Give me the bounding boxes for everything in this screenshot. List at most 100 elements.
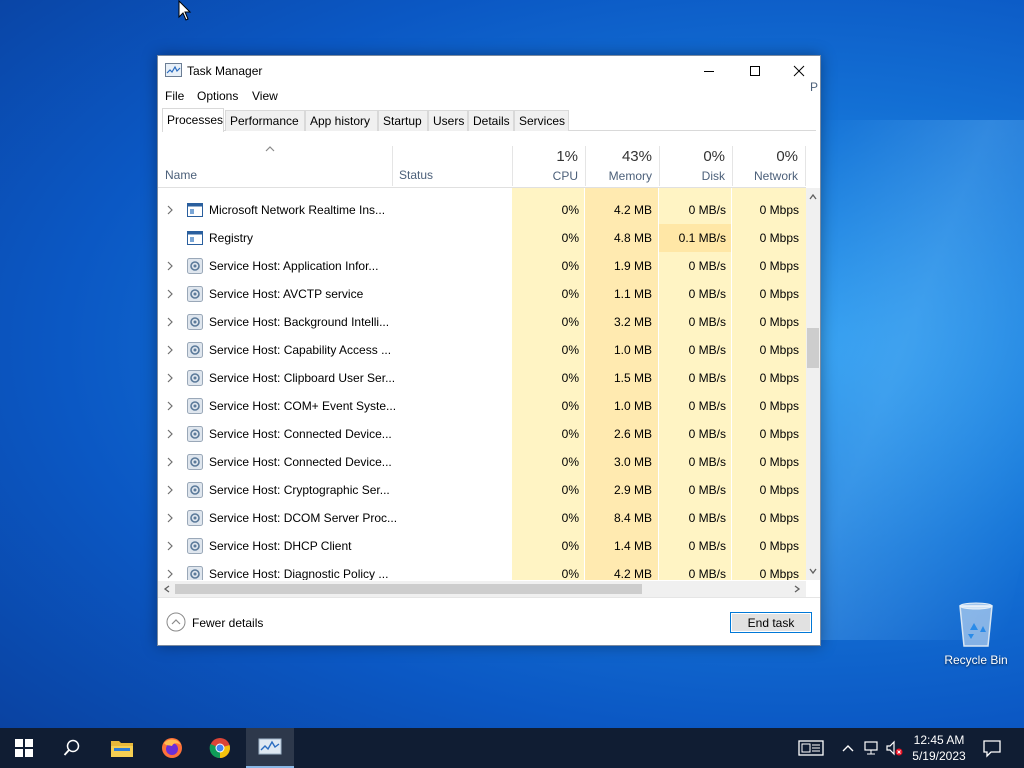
- column-memory[interactable]: 43% Memory: [585, 144, 658, 188]
- task-manager-window: Task Manager File Options View Processes…: [157, 55, 821, 646]
- process-name: Microsoft Network Realtime Ins...: [209, 203, 386, 217]
- network-icon[interactable]: [862, 738, 882, 758]
- recycle-bin-label: Recycle Bin: [944, 653, 1008, 667]
- process-memory: 1.1 MB: [613, 287, 652, 301]
- process-network: 0 Mbps: [759, 511, 799, 525]
- fewer-details-link[interactable]: Fewer details: [192, 616, 263, 630]
- expand-chevron-icon[interactable]: [166, 513, 174, 523]
- tab-performance[interactable]: Performance: [225, 110, 305, 131]
- expand-chevron-icon[interactable]: [166, 401, 174, 411]
- maximize-button[interactable]: [732, 56, 778, 86]
- table-row[interactable]: Service Host: Connected Device... 0% 2.6 M…: [158, 420, 806, 448]
- table-row[interactable]: Service Host: DCOM Server Proc... 0% 8.4 M…: [158, 504, 806, 532]
- task-manager-icon: [258, 738, 282, 755]
- expand-chevron-icon[interactable]: [166, 317, 174, 327]
- process-network: 0 Mbps: [759, 315, 799, 329]
- horizontal-scrollbar[interactable]: [158, 581, 806, 597]
- tab-details[interactable]: Details: [468, 110, 514, 131]
- column-power-partial[interactable]: P: [810, 80, 820, 94]
- vertical-scrollbar[interactable]: [806, 188, 820, 580]
- table-row[interactable]: Service Host: Diagnostic Policy ... 0% 4.2…: [158, 560, 806, 580]
- table-row[interactable]: Service Host: Connected Device... 0% 3.0 M…: [158, 448, 806, 476]
- tab-services[interactable]: Services: [514, 110, 569, 131]
- title-bar[interactable]: Task Manager: [158, 56, 820, 86]
- chevron-up-circle-icon[interactable]: [166, 612, 186, 632]
- process-disk: 0 MB/s: [688, 567, 726, 580]
- table-row[interactable]: Service Host: Capability Access ... 0% 1.0…: [158, 336, 806, 364]
- process-network: 0 Mbps: [759, 231, 799, 245]
- process-disk: 0 MB/s: [688, 455, 726, 469]
- expand-chevron-icon[interactable]: [166, 429, 174, 439]
- tab-startup[interactable]: Startup: [378, 110, 428, 131]
- chevron-up-icon[interactable]: [838, 738, 858, 758]
- tab-app-history[interactable]: App history: [305, 110, 378, 131]
- disk-total: 0%: [703, 148, 725, 165]
- scroll-down-icon[interactable]: [808, 566, 818, 576]
- process-cpu: 0%: [561, 287, 579, 301]
- process-memory: 1.9 MB: [613, 259, 652, 273]
- expand-chevron-icon[interactable]: [166, 457, 174, 467]
- scroll-left-icon[interactable]: [162, 584, 172, 594]
- process-cpu: 0%: [561, 231, 579, 245]
- table-row[interactable]: Microsoft Network Realtime Ins... 0% 4.2 M…: [158, 196, 806, 224]
- table-row[interactable]: Service Host: Application Infor... 0% 1.9 …: [158, 252, 806, 280]
- news-widget-icon[interactable]: [798, 738, 824, 758]
- column-cpu[interactable]: 1% CPU: [512, 144, 584, 188]
- menu-view[interactable]: View: [252, 89, 278, 103]
- menu-file[interactable]: File: [165, 89, 184, 103]
- column-status[interactable]: Status: [399, 168, 433, 182]
- table-row[interactable]: Service Host: COM+ Event Syste... 0% 1.0 M…: [158, 392, 806, 420]
- table-row[interactable]: Service Host: Cryptographic Ser... 0% 2.9 …: [158, 476, 806, 504]
- table-row[interactable]: Service Host: DHCP Client 0% 1.4 MB 0 MB/s 0…: [158, 532, 806, 560]
- process-disk: 0 MB/s: [688, 343, 726, 357]
- firefox-button[interactable]: [148, 728, 196, 768]
- horizontal-scroll-thumb[interactable]: [175, 584, 642, 594]
- clock[interactable]: 12:45 AM 5/19/2023: [904, 732, 974, 764]
- scroll-right-icon[interactable]: [792, 584, 802, 594]
- end-task-button[interactable]: End task: [730, 612, 812, 633]
- minimize-button[interactable]: [686, 56, 732, 86]
- table-row[interactable]: Service Host: Background Intelli... 0% 3.2…: [158, 308, 806, 336]
- column-header-row: Name Status 1% CPU 43% Memory 0% Disk 0%…: [158, 144, 806, 188]
- partial-row: [158, 188, 806, 196]
- recycle-bin[interactable]: Recycle Bin: [940, 600, 1012, 667]
- column-name[interactable]: Name: [165, 168, 197, 182]
- column-divider[interactable]: [805, 146, 806, 186]
- disk-label: Disk: [701, 169, 725, 183]
- table-row[interactable]: Service Host: AVCTP service 0% 1.1 MB 0 MB/…: [158, 280, 806, 308]
- table-row[interactable]: Registry 0% 4.8 MB 0.1 MB/s 0 Mbps: [158, 224, 806, 252]
- search-button[interactable]: [48, 728, 96, 768]
- column-disk[interactable]: 0% Disk: [659, 144, 731, 188]
- vertical-scroll-thumb[interactable]: [807, 328, 819, 368]
- tab-users[interactable]: Users: [428, 110, 468, 131]
- scroll-up-icon[interactable]: [808, 192, 818, 202]
- column-divider[interactable]: [392, 146, 393, 186]
- menu-options[interactable]: Options: [197, 89, 238, 103]
- expand-chevron-icon[interactable]: [166, 261, 174, 271]
- column-network[interactable]: 0% Network: [732, 144, 804, 188]
- start-button[interactable]: [0, 728, 48, 768]
- volume-muted-icon[interactable]: [884, 738, 904, 758]
- expand-chevron-icon[interactable]: [166, 289, 174, 299]
- table-row[interactable]: Service Host: Clipboard User Ser... 0% 1.5…: [158, 364, 806, 392]
- notification-icon[interactable]: [982, 738, 1002, 758]
- process-network: 0 Mbps: [759, 539, 799, 553]
- process-memory: 2.6 MB: [613, 427, 652, 441]
- chrome-button[interactable]: [196, 728, 244, 768]
- task-manager-taskbar-button[interactable]: [246, 728, 294, 768]
- process-name: Service Host: Cryptographic Ser...: [209, 483, 390, 497]
- process-disk: 0 MB/s: [688, 483, 726, 497]
- gear-icon: [187, 398, 203, 414]
- expand-chevron-icon[interactable]: [166, 569, 174, 579]
- process-disk: 0 MB/s: [688, 371, 726, 385]
- tab-processes[interactable]: Processes: [162, 108, 224, 132]
- expand-chevron-icon[interactable]: [166, 373, 174, 383]
- file-explorer-button[interactable]: [98, 728, 146, 768]
- expand-chevron-icon[interactable]: [166, 205, 174, 215]
- expand-chevron-icon[interactable]: [166, 541, 174, 551]
- expand-chevron-icon[interactable]: [166, 345, 174, 355]
- process-name: Service Host: Background Intelli...: [209, 315, 390, 329]
- expand-chevron-icon[interactable]: [166, 485, 174, 495]
- process-memory: 4.2 MB: [613, 203, 652, 217]
- taskbar: 12:45 AM 5/19/2023: [0, 728, 1024, 768]
